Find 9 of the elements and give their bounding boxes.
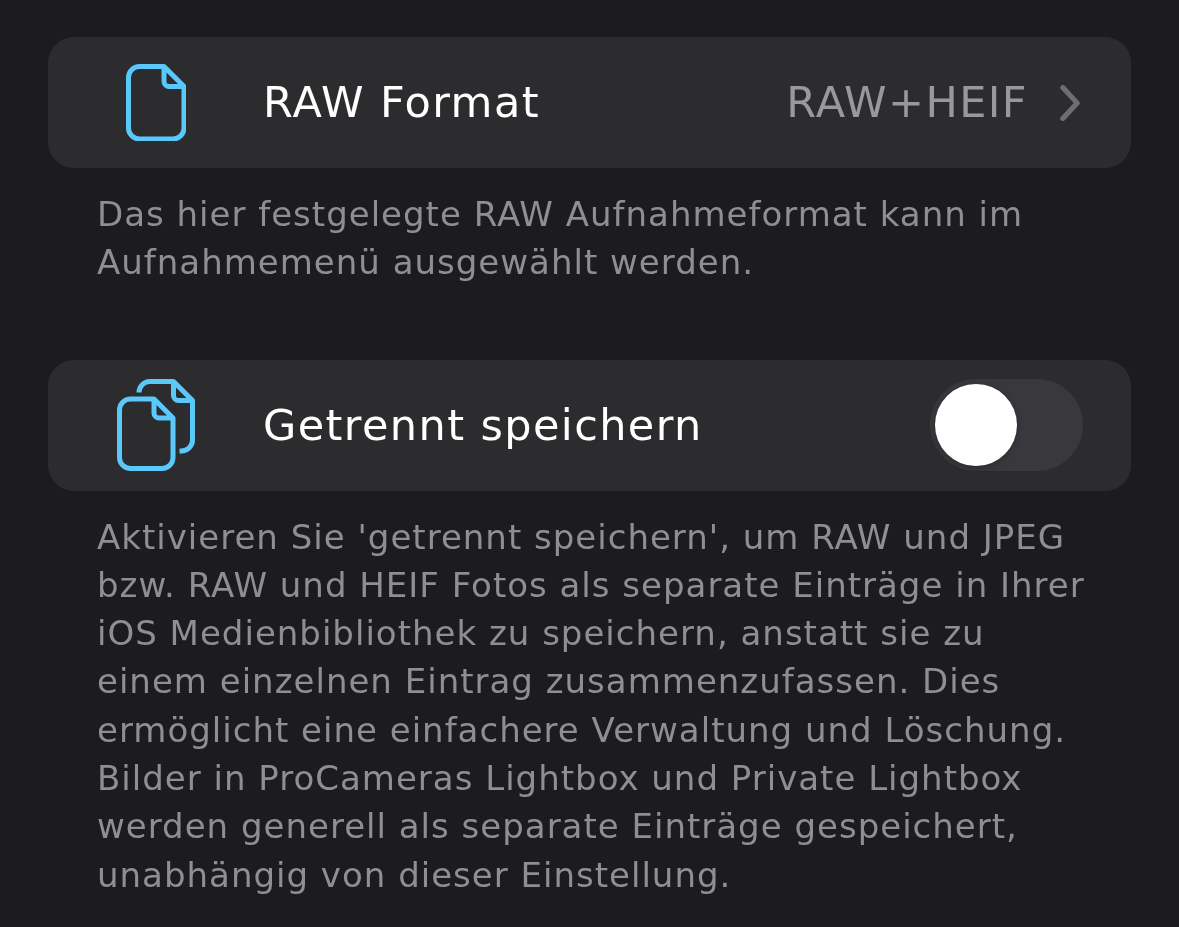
- document-icon: [125, 63, 187, 142]
- setting-title: RAW Format: [263, 76, 541, 130]
- settings-row[interactable]: RAW Format RAW+HEIF: [48, 37, 1131, 168]
- setting-title: Getrennt speichern: [263, 398, 704, 452]
- section-footer: Das hier festgelegte RAW Aufnahmeformat kann im Aufnahmemenü ausgewählt werden.: [97, 190, 1107, 287]
- setting-value: RAW+HEIF: [786, 76, 1028, 130]
- section-footer: Aktivieren Sie 'getrennt speichern', um RAW und JPEG bzw. RAW und HEIF Fotos als separate Einträge in Ihrer iOS Medienbibliothek zu speichern, anstatt sie zu einem einzelnen Eintrag zusammenzufassen. Dies ermöglicht eine einfachere Verwaltung und Löschung. Bilder in ProCameras Lightbox und Private Lightbox werden generell als separate Einträge gespeichert, unabhängig von dieser Einstellung.: [97, 512, 1107, 899]
- chevron-icon: [1060, 84, 1080, 121]
- documents-icon: [117, 379, 195, 472]
